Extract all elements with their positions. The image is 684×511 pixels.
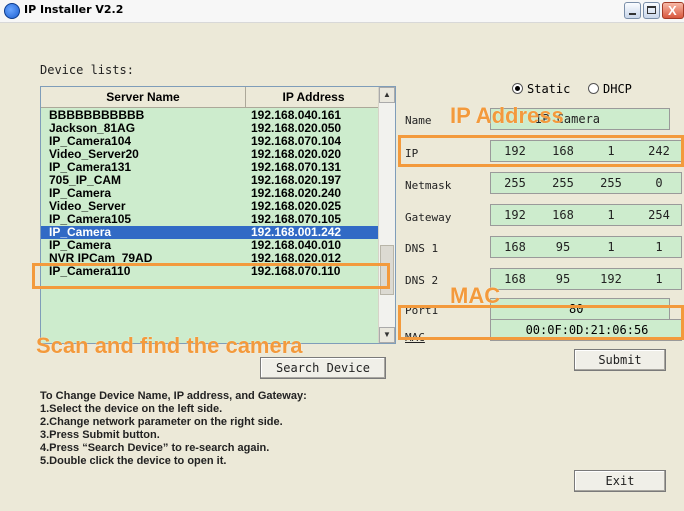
dns1-label: DNS 1 [405, 242, 439, 255]
dns2-octet-3: 192 [600, 272, 622, 286]
static-label: Static [527, 82, 571, 96]
gateway-octet-2: 168 [552, 208, 574, 222]
list-header: Server Name IP Address [41, 87, 381, 108]
scroll-down-button[interactable]: ▼ [379, 327, 395, 343]
dns1-field[interactable]: 168 95 1 1 [490, 236, 682, 258]
netmask-octet-2: 255 [552, 176, 574, 190]
netmask-octet-3: 255 [600, 176, 622, 190]
gateway-label: Gateway [405, 211, 452, 224]
ip-address-highlight [398, 135, 684, 167]
column-header-server-name[interactable]: Server Name [41, 87, 246, 107]
instruction-line: 3.Press Submit button. [40, 429, 160, 441]
window-title: IP Installer V2.2 [24, 3, 124, 16]
dns1-octet-3: 1 [607, 240, 615, 254]
instruction-line: 4.Press “Search Device” to re-search aga… [40, 442, 270, 454]
close-icon: X [668, 3, 677, 18]
minimize-button[interactable] [624, 2, 641, 19]
name-label: Name [405, 114, 432, 127]
gateway-field[interactable]: 192 168 1 254 [490, 204, 682, 226]
exit-button[interactable]: Exit [574, 470, 666, 492]
maximize-icon [647, 6, 656, 14]
app-icon [4, 3, 20, 19]
selected-device-highlight [32, 263, 390, 289]
dns1-octet-2: 95 [555, 240, 571, 254]
title-bar: IP Installer V2.2 X [0, 0, 684, 23]
instruction-line: 2.Change network parameter on the right … [40, 416, 283, 428]
column-header-ip-address[interactable]: IP Address [246, 87, 381, 107]
netmask-octet-4: 0 [655, 176, 663, 190]
search-device-button[interactable]: Search Device [260, 357, 386, 379]
radio-selected-icon [512, 83, 523, 94]
device-rows: BBBBBBBBBBB 192.168.040.161 Jackson_81AG 19… [41, 109, 381, 278]
instruction-line: 5.Double click the device to open it. [40, 455, 227, 467]
close-button[interactable]: X [662, 2, 684, 19]
dhcp-radio[interactable]: DHCP [588, 82, 632, 96]
dns2-label: DNS 2 [405, 274, 439, 287]
dns2-field[interactable]: 168 95 192 1 [490, 268, 682, 290]
netmask-label: Netmask [405, 179, 452, 192]
instruction-line: 1.Select the device on the left side. [40, 403, 223, 415]
dns2-octet-2: 95 [555, 272, 571, 286]
dns1-octet-1: 168 [504, 240, 526, 254]
dhcp-label: DHCP [603, 82, 632, 96]
minimize-icon [629, 13, 636, 15]
gateway-octet-4: 254 [648, 208, 670, 222]
scroll-up-button[interactable]: ▲ [379, 87, 395, 103]
radio-unselected-icon [588, 83, 599, 94]
netmask-octet-1: 255 [504, 176, 526, 190]
gateway-octet-1: 192 [504, 208, 526, 222]
static-radio[interactable]: Static [512, 82, 570, 96]
list-scrollbar[interactable]: ▲ ▼ [378, 87, 395, 343]
submit-button[interactable]: Submit [574, 349, 666, 371]
ip-address-annotation: IP Address [450, 103, 564, 128]
device-listbox[interactable]: Server Name IP Address BBBBBBBBBBB 192.16… [40, 86, 396, 344]
maximize-button[interactable] [643, 2, 660, 19]
instructions: To Change Device Name, IP address, and G… [40, 390, 307, 468]
mac-highlight [398, 305, 684, 340]
dns1-octet-4: 1 [655, 240, 663, 254]
mac-annotation: MAC [450, 283, 501, 308]
device-lists-label: Device lists: [40, 63, 134, 77]
gateway-octet-3: 1 [607, 208, 615, 222]
scan-annotation: Scan and find the camera [36, 333, 303, 358]
dns2-octet-4: 1 [655, 272, 663, 286]
instruction-line: To Change Device Name, IP address, and G… [40, 390, 307, 402]
netmask-field[interactable]: 255 255 255 0 [490, 172, 682, 194]
